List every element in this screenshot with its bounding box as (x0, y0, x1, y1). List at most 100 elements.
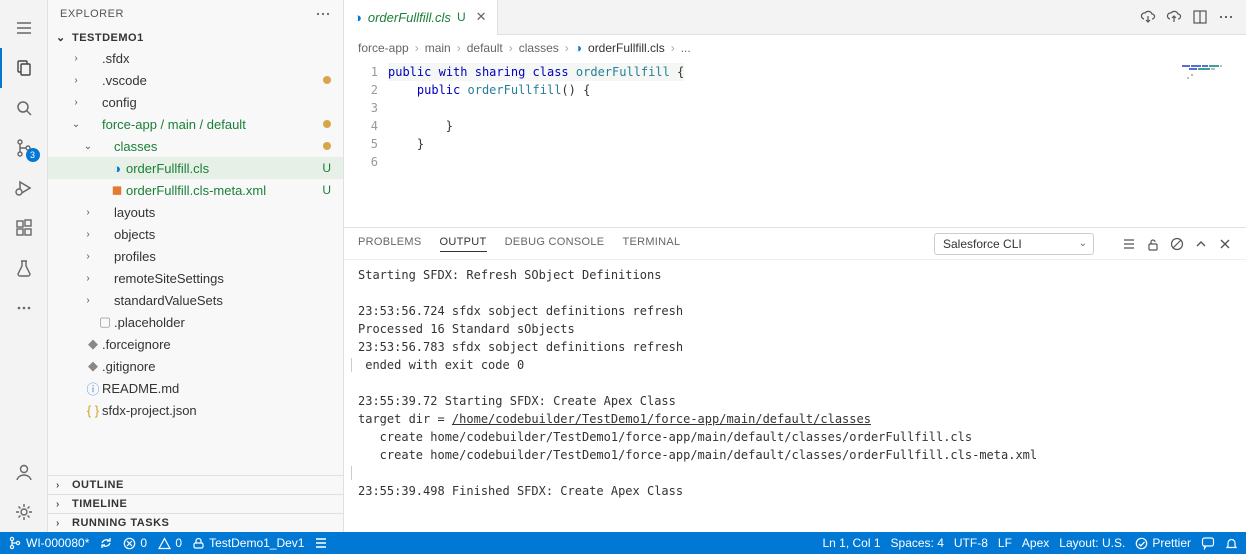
split-editor-icon[interactable] (1192, 9, 1208, 25)
folder-header[interactable]: ⌄ TESTDEMO1 (48, 28, 343, 47)
indent[interactable]: Spaces: 4 (891, 536, 944, 550)
tab-label: orderFullfill.cls (368, 10, 451, 25)
chevron-up-icon[interactable] (1194, 237, 1208, 251)
keyboard-layout[interactable]: Layout: U.S. (1059, 536, 1125, 550)
debug-icon[interactable] (0, 168, 48, 208)
list-selection-icon[interactable] (314, 536, 328, 550)
explorer-icon[interactable] (0, 48, 48, 88)
tab-more-icon[interactable] (1218, 9, 1234, 25)
feedback-icon[interactable] (1201, 536, 1215, 550)
file-icon: ⓘ (84, 379, 102, 398)
sidebar-header: EXPLORER (48, 0, 343, 28)
timeline-section[interactable]: ›TIMELINE (48, 494, 343, 513)
account-icon[interactable] (0, 452, 48, 492)
breadcrumbs[interactable]: force-app› main› default› classes› ◑ ord… (344, 35, 1246, 61)
tree-item[interactable]: ◆.forceignore (48, 333, 343, 355)
tree-item-label: orderFullfill.cls (126, 161, 322, 176)
tree-item-label: README.md (102, 381, 335, 396)
file-icon: ◼ (108, 182, 126, 198)
unlock-icon[interactable] (1146, 237, 1160, 251)
tree-item[interactable]: ⌄classes (48, 135, 343, 157)
file-icon: ◆ (84, 358, 102, 374)
cloud-deploy-icon[interactable] (1166, 9, 1182, 25)
cursor-pos[interactable]: Ln 1, Col 1 (822, 536, 880, 550)
tree-item[interactable]: ›config (48, 91, 343, 113)
list-icon[interactable] (1122, 237, 1136, 251)
line-gutter: 1 2 3 4 5 6 (344, 63, 388, 227)
tree-item-label: objects (114, 227, 335, 242)
scm-badge: 3 (26, 148, 40, 162)
tree-item[interactable]: ◆.gitignore (48, 355, 343, 377)
clear-icon[interactable] (1170, 237, 1184, 251)
sync-icon[interactable] (99, 536, 113, 550)
code-lines[interactable]: public with sharing class orderFullfill … (388, 63, 684, 227)
menu-icon[interactable] (0, 8, 48, 48)
modified-dot-icon (323, 76, 331, 84)
tree-item[interactable]: ›remoteSiteSettings (48, 267, 343, 289)
running-tasks-section[interactable]: ›RUNNING TASKS (48, 513, 343, 532)
tree-item-label: remoteSiteSettings (114, 271, 335, 286)
tab-problems[interactable]: PROBLEMS (358, 236, 422, 251)
source-control-icon[interactable]: 3 (0, 128, 48, 168)
tab-output[interactable]: OUTPUT (440, 236, 487, 252)
search-icon[interactable] (0, 88, 48, 128)
tree-item-label: .sfdx (102, 51, 335, 66)
file-icon: ◆ (84, 336, 102, 352)
org-item[interactable]: TestDemo1_Dev1 (192, 536, 304, 550)
bell-icon[interactable] (1225, 537, 1238, 550)
encoding[interactable]: UTF-8 (954, 536, 988, 550)
errors-item[interactable]: 0 0 (123, 536, 182, 550)
tree-item-label: .forceignore (102, 337, 335, 352)
test-icon[interactable] (0, 248, 48, 288)
folder-name: TESTDEMO1 (72, 32, 144, 44)
tab-debug-console[interactable]: DEBUG CONSOLE (505, 236, 605, 251)
tree-item[interactable]: { }sfdx-project.json (48, 399, 343, 421)
branch-item[interactable]: WI-000080* (8, 536, 89, 550)
activity-bar: 3 (0, 0, 48, 532)
tab-status: U (457, 10, 466, 24)
file-icon: ◑ (108, 161, 126, 176)
close-icon[interactable]: ✕ (476, 9, 487, 25)
tree-item[interactable]: ▢.placeholder (48, 311, 343, 333)
modified-dot-icon (323, 120, 331, 128)
tree-item-label: standardValueSets (114, 293, 335, 308)
prettier-item[interactable]: Prettier (1135, 536, 1191, 550)
settings-icon[interactable] (0, 492, 48, 532)
chevron-down-icon: ⌄ (1079, 238, 1087, 249)
tree-item[interactable]: ◑orderFullfill.clsU (48, 157, 343, 179)
apex-file-icon: ◑ (575, 41, 582, 55)
tree-item[interactable]: ›objects (48, 223, 343, 245)
tree-item-label: classes (114, 139, 323, 154)
explorer-more-icon[interactable] (315, 6, 331, 22)
tree-item[interactable]: ⌄force-app / main / default (48, 113, 343, 135)
tab-bar: ◑ orderFullfill.cls U ✕ (344, 0, 1246, 35)
tree-item[interactable]: ◼orderFullfill.cls-meta.xmlU (48, 179, 343, 201)
close-panel-icon[interactable] (1218, 237, 1232, 251)
tree-item-label: force-app / main / default (102, 117, 323, 132)
tree-item[interactable]: ›profiles (48, 245, 343, 267)
code-editor[interactable]: 1 2 3 4 5 6 public with sharing class or… (344, 61, 1246, 227)
output-content[interactable]: Starting SFDX: Refresh SObject Definitio… (344, 260, 1246, 532)
tree-item[interactable]: ⓘREADME.md (48, 377, 343, 399)
eol[interactable]: LF (998, 536, 1012, 550)
panel-tabs: PROBLEMS OUTPUT DEBUG CONSOLE TERMINAL S… (344, 228, 1246, 260)
tree-item-label: orderFullfill.cls-meta.xml (126, 183, 322, 198)
tree-item[interactable]: ›.sfdx (48, 47, 343, 69)
more-icon[interactable] (0, 288, 48, 328)
tab-terminal[interactable]: TERMINAL (622, 236, 680, 251)
cloud-retrieve-icon[interactable] (1140, 9, 1156, 25)
output-channel-select[interactable]: Salesforce CLI ⌄ (934, 233, 1094, 255)
tree-item[interactable]: ›layouts (48, 201, 343, 223)
language[interactable]: Apex (1022, 536, 1049, 550)
file-tree: ›.sfdx›.vscode›config⌄force-app / main /… (48, 47, 343, 475)
file-icon: { } (84, 403, 102, 418)
tree-item[interactable]: ›.vscode (48, 69, 343, 91)
tree-item-label: .placeholder (114, 315, 335, 330)
extensions-icon[interactable] (0, 208, 48, 248)
outline-section[interactable]: ›OUTLINE (48, 475, 343, 494)
tree-item[interactable]: ›standardValueSets (48, 289, 343, 311)
minimap[interactable] (1182, 65, 1232, 79)
tab-orderfullfill[interactable]: ◑ orderFullfill.cls U ✕ (344, 0, 498, 35)
sidebar: EXPLORER ⌄ TESTDEMO1 ›.sfdx›.vscode›conf… (48, 0, 344, 532)
modified-dot-icon (323, 142, 331, 150)
